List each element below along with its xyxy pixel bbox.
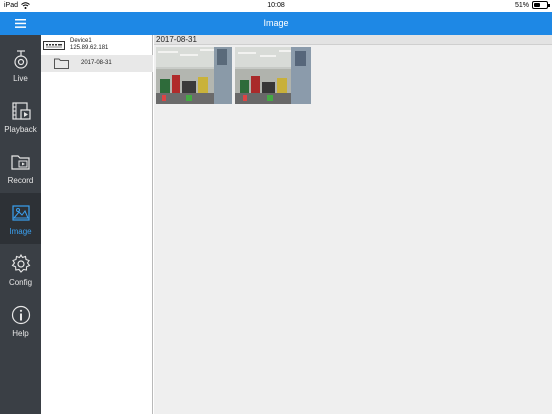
- image-icon: [11, 204, 30, 221]
- playback-icon: [11, 101, 31, 120]
- date-folder-item[interactable]: 2017-08-31: [41, 55, 153, 72]
- sidebar-item-label: Record: [7, 175, 34, 185]
- sidebar-item-playback[interactable]: Playback: [0, 91, 41, 142]
- sidebar-item-label: Help: [12, 328, 29, 338]
- battery-indicator: 51%: [514, 1, 550, 9]
- status-bar: iPad 10:08 51%: [0, 0, 552, 12]
- date-group-header: 2017-08-31: [154, 35, 552, 45]
- dvr-device-icon: [43, 41, 65, 50]
- device-node[interactable]: Device1 125.89.62.181: [41, 35, 153, 55]
- sidebar-item-record[interactable]: Record: [0, 142, 41, 193]
- page-title: Image: [263, 18, 289, 28]
- sidebar-item-help[interactable]: Help: [0, 295, 41, 346]
- battery-icon: [532, 1, 550, 9]
- sidebar-item-label: Config: [8, 277, 33, 287]
- info-icon: [11, 305, 30, 324]
- sidebar-item-label: Live: [13, 73, 28, 83]
- sidebar-item-live[interactable]: Live: [0, 40, 41, 91]
- clock: 10:08: [267, 2, 285, 9]
- gear-icon: [11, 253, 30, 273]
- app-header: Image: [0, 12, 552, 35]
- device-ip: 125.89.62.181: [70, 45, 109, 51]
- camera-icon: [13, 49, 28, 69]
- device-tree: Device1 125.89.62.181 2017-08-31: [41, 35, 153, 414]
- folder-label: 2017-08-31: [81, 60, 112, 66]
- device-name: Device1: [70, 38, 92, 44]
- folder-icon: [54, 58, 69, 69]
- image-gallery: 2017-08-31: [154, 35, 552, 414]
- sidebar: Live Playback Record Image Config Help: [0, 35, 41, 414]
- sidebar-item-config[interactable]: Config: [0, 244, 41, 295]
- sidebar-item-image[interactable]: Image: [0, 193, 41, 244]
- record-folder-icon: [10, 154, 30, 170]
- battery-percent: 51%: [514, 1, 529, 9]
- sidebar-item-label: Playback: [4, 124, 37, 134]
- snapshot-thumbnail[interactable]: [235, 47, 311, 104]
- snapshot-thumbnail[interactable]: [156, 47, 232, 104]
- sidebar-item-label: Image: [9, 226, 32, 236]
